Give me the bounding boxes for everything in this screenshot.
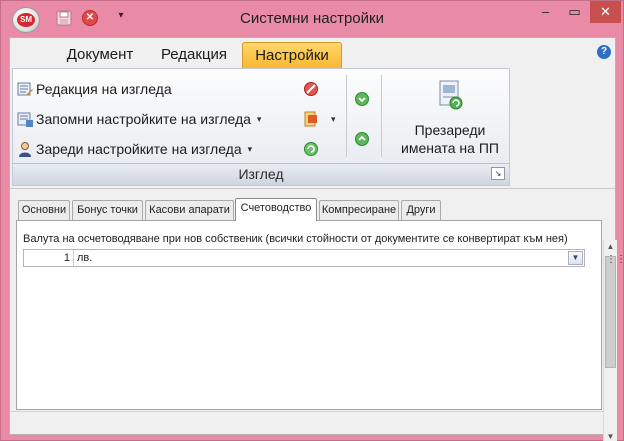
scroll-thumb[interactable] bbox=[605, 256, 616, 368]
minimize-button[interactable]: – bbox=[532, 1, 559, 23]
load-layout-label: Зареди настройките на изгледа bbox=[36, 141, 242, 157]
layout-edit-icon bbox=[17, 82, 33, 96]
ribbon-panel: Редакция на изгледа Запомни настройките … bbox=[12, 68, 510, 186]
vertical-scrollbar[interactable]: ▲ ▼ bbox=[603, 240, 617, 441]
export-icon[interactable] bbox=[303, 111, 319, 127]
app-window: SM ✕ ▾ Системни настройки – ▭ ✕ Документ… bbox=[0, 0, 624, 441]
load-layout-icon bbox=[19, 142, 31, 157]
client-area: Документ Редакция Настройки ? Редакция н… bbox=[9, 37, 624, 441]
tab-settings[interactable]: Настройки bbox=[242, 42, 342, 68]
tab-edit[interactable]: Редакция bbox=[156, 42, 232, 68]
reload-names-label: Презареди имената на ПП bbox=[391, 121, 509, 157]
tab-cash-registers[interactable]: Касови апарати bbox=[145, 200, 234, 220]
status-bar bbox=[10, 411, 615, 433]
tab-document[interactable]: Документ bbox=[60, 42, 140, 68]
currency-name-value: лв. bbox=[77, 252, 93, 264]
reload-names-button[interactable]: Презареди имената на ПП bbox=[391, 77, 509, 157]
tab-basic[interactable]: Основни bbox=[18, 200, 70, 220]
save-layout-dropdown-icon[interactable]: ▾ bbox=[257, 114, 262, 125]
maximize-button[interactable]: ▭ bbox=[561, 1, 588, 23]
accounting-panel: Валута на осчетоводяване при нов собстве… bbox=[16, 220, 602, 410]
help-icon[interactable]: ? bbox=[597, 45, 611, 59]
ribbon-tab-bar: Документ Редакция Настройки ? bbox=[10, 38, 615, 68]
dialog-launcher-icon[interactable]: ↘ bbox=[491, 167, 505, 180]
refresh-icon[interactable] bbox=[303, 141, 319, 157]
close-button[interactable]: ✕ bbox=[590, 1, 621, 23]
reload-names-icon bbox=[439, 80, 463, 110]
ribbon-separator bbox=[381, 75, 382, 157]
move-up-icon[interactable] bbox=[354, 131, 370, 147]
ribbon-separator bbox=[346, 75, 347, 157]
ribbon-group-caption: Изглед bbox=[13, 163, 509, 185]
tab-other[interactable]: Други bbox=[401, 200, 441, 220]
title-bar: SM ✕ ▾ Системни настройки – ▭ ✕ bbox=[1, 1, 623, 37]
scroll-down-icon[interactable]: ▼ bbox=[604, 430, 617, 441]
tab-bonus-points[interactable]: Бонус точки bbox=[72, 200, 143, 220]
load-layout-button[interactable]: Зареди настройките на изгледа ▾ bbox=[17, 137, 252, 161]
reload-names-line1: Презареди bbox=[414, 122, 486, 138]
move-down-icon[interactable] bbox=[354, 91, 370, 107]
settings-content: Основни Бонус точки Касови апарати Счето… bbox=[10, 188, 615, 434]
edit-layout-label: Редакция на изгледа bbox=[36, 81, 172, 97]
tab-compression[interactable]: Компресиране bbox=[319, 200, 399, 220]
window-title: Системни настройки bbox=[240, 10, 384, 27]
splitter-grip-icon[interactable]: ⋮⋮ bbox=[606, 254, 624, 265]
reload-names-line2: имената на ПП bbox=[401, 140, 499, 156]
load-layout-dropdown-icon[interactable]: ▾ bbox=[248, 144, 253, 155]
save-layout-label: Запомни настройките на изгледа bbox=[36, 111, 251, 127]
chevron-down-icon[interactable]: ▼ bbox=[568, 251, 583, 265]
accounting-currency-select[interactable]: 1 лв. ▼ bbox=[23, 249, 585, 267]
clear-icon[interactable] bbox=[303, 81, 319, 97]
save-layout-button[interactable]: Запомни настройките на изгледа ▾ bbox=[17, 107, 261, 131]
scroll-up-icon[interactable]: ▲ bbox=[604, 240, 617, 254]
save-layout-icon bbox=[17, 112, 33, 127]
export-dropdown-icon[interactable]: ▾ bbox=[331, 114, 336, 125]
currency-code-value: 1 bbox=[24, 250, 74, 266]
accounting-currency-label: Валута на осчетоводяване при нов собстве… bbox=[23, 233, 568, 245]
edit-layout-button[interactable]: Редакция на изгледа bbox=[17, 77, 172, 101]
tab-accounting[interactable]: Счетоводство bbox=[235, 198, 317, 221]
